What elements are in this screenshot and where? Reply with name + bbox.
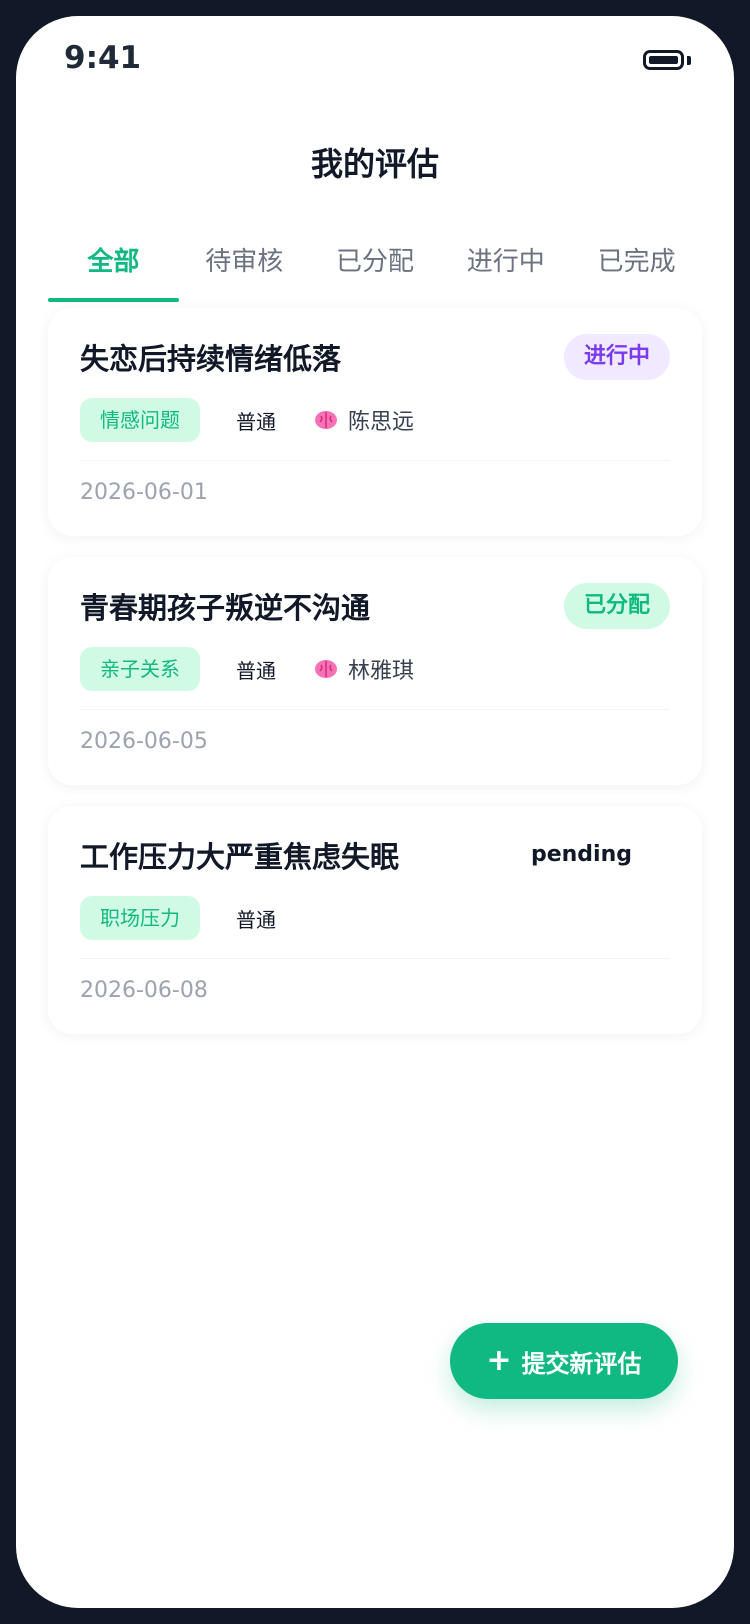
assessment-title: 失恋后持续情绪低落 (80, 342, 342, 376)
assessment-card[interactable]: 工作压力大严重焦虑失眠 pending 职场压力 普通 2026-06-08 (48, 806, 702, 1034)
brain-icon (315, 411, 337, 429)
category-tag: 亲子关系 (80, 647, 200, 691)
tab-all[interactable]: 全部 (48, 232, 179, 308)
status-badge: 已分配 (563, 583, 670, 629)
card-divider (80, 709, 670, 710)
filter-tabs: 全部 待审核 已分配 进行中 已完成 (48, 232, 702, 308)
tab-pending-review[interactable]: 待审核 (179, 232, 310, 308)
assessment-meta: 职场压力 普通 (80, 896, 276, 940)
assessment-card[interactable]: 失恋后持续情绪低落 进行中 情感问题 普通 陈思远 2026-06-01 (48, 308, 702, 536)
assessment-title: 青春期孩子叛逆不沟通 (80, 591, 371, 625)
tab-in-progress[interactable]: 进行中 (440, 232, 571, 308)
assessment-meta: 亲子关系 普通 林雅琪 (80, 647, 414, 691)
battery-tip (687, 56, 691, 65)
counselor-name: 陈思远 (348, 410, 415, 435)
assessment-date: 2026-06-01 (80, 480, 208, 505)
battery-level (649, 56, 678, 64)
assessment-date: 2026-06-05 (80, 729, 208, 754)
counselor-name: 林雅琪 (348, 659, 415, 684)
assessment-card[interactable]: 青春期孩子叛逆不沟通 已分配 亲子关系 普通 林雅琪 2026-06-05 (48, 557, 702, 785)
category-tag: 职场压力 (80, 896, 200, 940)
status-bar: 9:41 (16, 16, 734, 106)
status-badge: pending (530, 842, 632, 867)
priority-label: 普通 (236, 907, 276, 932)
page-title: 我的评估 (310, 145, 439, 183)
plus-icon: + (486, 1343, 512, 1378)
card-divider (80, 460, 670, 461)
submit-new-assessment-button[interactable]: + 提交新评估 (450, 1323, 678, 1399)
priority-label: 普通 (236, 658, 276, 683)
tab-completed[interactable]: 已完成 (571, 232, 702, 308)
card-divider (80, 958, 670, 959)
priority-label: 普通 (236, 409, 276, 434)
assessment-date: 2026-06-08 (80, 978, 208, 1003)
status-time: 9:41 (64, 40, 142, 76)
phone-screen: 9:41 我的评估 全部 待审核 已分配 进行中 已完成 失恋后持续情绪低落 进… (16, 16, 734, 1608)
assessment-meta: 情感问题 普通 陈思远 (80, 398, 414, 442)
counselor: 林雅琪 (314, 653, 414, 685)
tab-assigned[interactable]: 已分配 (310, 232, 441, 308)
category-tag: 情感问题 (80, 398, 200, 442)
status-badge: 进行中 (563, 334, 670, 380)
assessment-title: 工作压力大严重焦虑失眠 (80, 840, 400, 874)
counselor: 陈思远 (314, 404, 414, 436)
submit-button-label: 提交新评估 (521, 1349, 642, 1378)
battery-icon (643, 50, 684, 70)
brain-icon (315, 660, 337, 678)
